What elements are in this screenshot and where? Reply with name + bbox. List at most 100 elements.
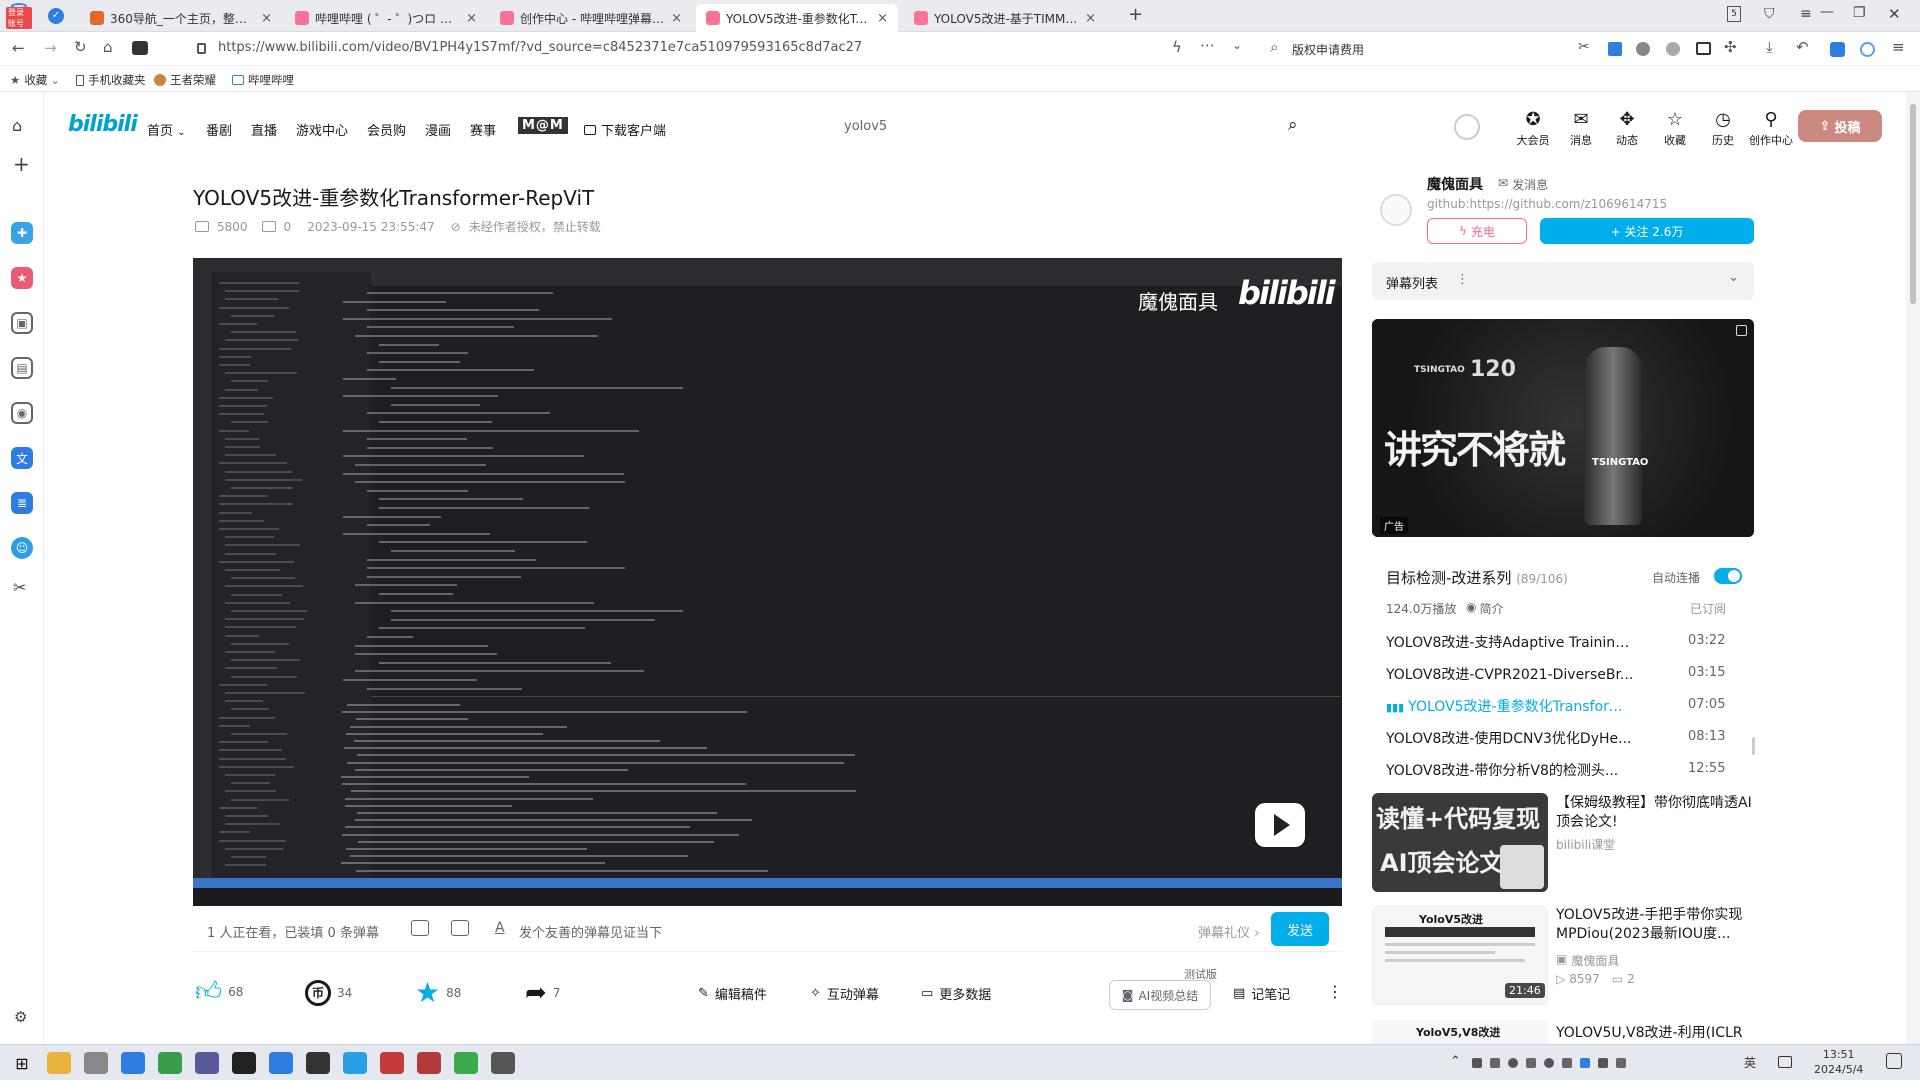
- scissors-icon[interactable]: ✂: [1578, 39, 1590, 55]
- recommend-title-3[interactable]: YOLOV5U,V8改进-利用(ICLR: [1556, 1022, 1752, 1042]
- recommend-author-1[interactable]: bilibili课堂: [1556, 836, 1615, 853]
- playlist-item-title[interactable]: YOLOV8改进-CVPR2021-DiverseBr...: [1386, 664, 1634, 684]
- tv-icon[interactable]: [1696, 42, 1711, 55]
- extension-icon[interactable]: [132, 41, 148, 55]
- recommend-thumb-3[interactable]: YoloV5,V8改进: [1372, 1020, 1548, 1044]
- vpn-icon[interactable]: [1666, 42, 1680, 56]
- send-message-link[interactable]: ✉ 发消息: [1498, 176, 1548, 193]
- tray-icon[interactable]: [1562, 1058, 1572, 1068]
- tray-icon[interactable]: [1544, 1058, 1554, 1068]
- wechat-icon[interactable]: [454, 1052, 478, 1074]
- tray-icon[interactable]: [1490, 1058, 1500, 1068]
- coin-button[interactable]: 币 34: [305, 980, 352, 1006]
- interact-danmaku-button[interactable]: ✧ 互动弹幕: [810, 984, 879, 1003]
- more-icon[interactable]: ⋯: [1200, 36, 1215, 54]
- search-input[interactable]: yolov5: [844, 119, 887, 134]
- windows-icon[interactable]: ⊞: [10, 1052, 34, 1074]
- add-icon[interactable]: +: [13, 154, 30, 174]
- translate-icon[interactable]: 文: [11, 447, 33, 469]
- notes-icon[interactable]: ≣: [11, 492, 33, 514]
- like-button[interactable]: 👍︎ 68: [195, 976, 243, 1007]
- nav-favorite[interactable]: ☆ 收藏: [1652, 110, 1698, 148]
- nav-special-logo[interactable]: M@M: [518, 117, 568, 134]
- playlist-item-title[interactable]: YOLOV8改进-支持Adaptive Training...: [1386, 632, 1634, 652]
- network-icon[interactable]: [1598, 1058, 1608, 1068]
- shield-icon[interactable]: [1636, 42, 1650, 56]
- undo-icon[interactable]: ↶: [1796, 38, 1809, 56]
- clock[interactable]: 13:51 2024/5/4: [1814, 1047, 1863, 1077]
- obs-icon[interactable]: [306, 1052, 330, 1074]
- more-icon[interactable]: ⋮: [1327, 982, 1343, 1001]
- browser-tab[interactable]: 哔哩哔哩 ( ゜- ゜)つロ 干杯~-b×: [285, 4, 487, 32]
- nav-creator[interactable]: ⚲ 创作中心: [1748, 110, 1794, 148]
- bookmark-mobile[interactable]: 手机收藏夹: [76, 72, 146, 88]
- nav-dynamic[interactable]: ✥ 动态: [1604, 110, 1650, 148]
- bilibili-logo[interactable]: bilibili: [68, 112, 138, 137]
- recommend-thumb-1[interactable]: 读懂+代码复现 AI顶会论文: [1372, 793, 1548, 892]
- browser-tab[interactable]: YOLOV5改进-重参数化Trans ×: [696, 4, 898, 32]
- follow-button[interactable]: + 关注 2.6万: [1540, 218, 1754, 244]
- recommend-thumb-2[interactable]: YoloV5改进 21:46: [1372, 906, 1548, 1005]
- browser-menu-icon[interactable]: ✓: [48, 8, 64, 24]
- chevron-down-icon[interactable]: ⌄: [1728, 270, 1739, 285]
- kugou-icon[interactable]: [343, 1052, 367, 1074]
- uploader-avatar[interactable]: [1380, 194, 1412, 226]
- favorite-button[interactable]: ★ 88: [415, 976, 461, 1009]
- browser-tab[interactable]: 360导航_一个主页，整个世界 ×: [80, 4, 282, 32]
- close-tab-icon[interactable]: ×: [466, 11, 477, 26]
- nav-shop[interactable]: 会员购: [367, 120, 406, 139]
- youdao-icon[interactable]: [380, 1052, 404, 1074]
- url-field[interactable]: https://www.bilibili.com/video/BV1PH4y1S…: [218, 40, 862, 55]
- close-tab-icon[interactable]: ×: [877, 11, 888, 26]
- maximize-button[interactable]: ❐: [1853, 5, 1866, 21]
- account-button[interactable]: 登录账号: [6, 3, 32, 29]
- bookmark-game[interactable]: 王者荣耀: [154, 72, 216, 88]
- home-icon[interactable]: ⌂: [12, 116, 22, 135]
- settings-icon[interactable]: ⚙: [14, 1008, 27, 1026]
- nav-game[interactable]: 游戏中心: [296, 120, 348, 139]
- input-method-icon[interactable]: [1778, 1056, 1792, 1068]
- scissors-icon[interactable]: ✂: [13, 578, 26, 597]
- tray-chevron-icon[interactable]: ⌃: [1450, 1054, 1461, 1069]
- back-icon[interactable]: ←: [12, 39, 25, 57]
- image-icon[interactable]: ▣: [11, 312, 33, 334]
- recommend-title-1[interactable]: 【保姆级教程】带你彻底啃透AI顶会论文!: [1556, 794, 1752, 832]
- playlist-item-title[interactable]: YOLOV8改进-带你分析V8的检测头...: [1386, 760, 1634, 780]
- tray-icon[interactable]: [1580, 1058, 1590, 1068]
- lightning-icon[interactable]: ϟ: [1172, 38, 1182, 56]
- ad-close-icon[interactable]: [1736, 325, 1747, 336]
- close-tab-icon[interactable]: ×: [261, 11, 272, 26]
- playlist-scrollbar[interactable]: [1752, 737, 1755, 755]
- nav-anime[interactable]: 番剧: [206, 120, 232, 139]
- browser-tab[interactable]: YOLOV5改进-基于TIMM更换 ×: [904, 4, 1106, 32]
- bookmark-bilibili[interactable]: 哔哩哔哩: [232, 72, 294, 88]
- playlist-intro-link[interactable]: ◉ 简介: [1466, 600, 1504, 617]
- recommend-author-2[interactable]: ▣ 魔傀面具: [1556, 952, 1619, 969]
- shirt-icon[interactable]: ⛉: [1764, 6, 1775, 22]
- nav-message[interactable]: ✉ 消息: [1558, 110, 1604, 148]
- danmaku-list-header[interactable]: 弹幕列表 ⋮ ⌄: [1372, 262, 1754, 300]
- close-tab-icon[interactable]: ×: [1085, 11, 1096, 26]
- browser360-icon[interactable]: [158, 1052, 182, 1074]
- page-scrollbar[interactable]: [1906, 92, 1920, 1052]
- notes-button[interactable]: ▤ 记笔记: [1233, 984, 1290, 1003]
- notification-icon[interactable]: [1886, 1053, 1902, 1069]
- translate-icon[interactable]: [1608, 42, 1622, 56]
- explorer-icon[interactable]: [47, 1052, 71, 1074]
- charge-button[interactable]: ϟ 充电: [1427, 218, 1527, 244]
- tray-icon[interactable]: [1526, 1058, 1536, 1068]
- play-button[interactable]: [1255, 803, 1305, 847]
- autoplay-toggle[interactable]: [1714, 568, 1742, 584]
- video-player[interactable]: 魔傀面具 bilibili: [193, 258, 1342, 906]
- nav-manga[interactable]: 漫画: [425, 120, 451, 139]
- bookmark-favorites[interactable]: ★ 收藏 ⌄: [10, 72, 60, 88]
- filezilla-icon[interactable]: [417, 1052, 441, 1074]
- menu-icon[interactable]: ≡: [1800, 6, 1812, 22]
- input-language[interactable]: 英: [1744, 1054, 1756, 1071]
- profile-icon[interactable]: [1860, 42, 1875, 57]
- uploader-name[interactable]: 魔傀面具: [1427, 174, 1483, 194]
- document-icon[interactable]: ▤: [11, 357, 33, 379]
- chrome-icon[interactable]: [121, 1052, 145, 1074]
- send-button[interactable]: 发送: [1271, 912, 1329, 946]
- recommend-title-2[interactable]: YOLOV5改进-手把手带你实现MPDiou(2023最新IOU度...: [1556, 906, 1752, 944]
